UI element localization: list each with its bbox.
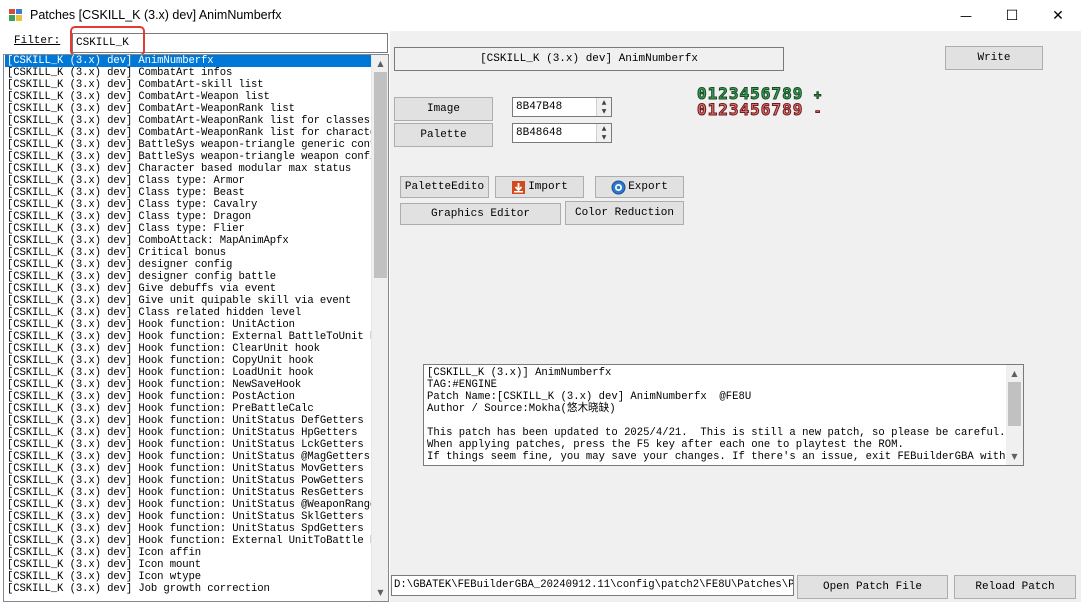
export-label: Export — [628, 181, 668, 193]
export-icon — [611, 180, 626, 194]
write-button[interactable]: Write — [945, 46, 1043, 70]
image-button[interactable]: Image — [394, 97, 493, 121]
color-reduction-button[interactable]: Color Reduction — [565, 201, 684, 225]
patch-list-items: [CSKILL_K (3.x) dev] AnimNumberfx [CSKILL… — [5, 55, 371, 595]
list-item[interactable]: [CSKILL_K (3.x) dev] designer config — [5, 259, 371, 271]
window-title: Patches [CSKILL_K (3.x) dev] AnimNumberf… — [30, 8, 282, 22]
list-item[interactable]: [CSKILL_K (3.x) dev] Hook function: Unit… — [5, 319, 371, 331]
list-item[interactable]: [CSKILL_K (3.x) dev] BattleSys weapon-tr… — [5, 151, 371, 163]
list-item[interactable]: [CSKILL_K (3.x) dev] Hook function: Unit… — [5, 427, 371, 439]
red-digits: 0123456789 — [696, 100, 804, 119]
list-item[interactable]: [CSKILL_K (3.x) dev] Class type: Flier — [5, 223, 371, 235]
import-label: Import — [528, 181, 568, 193]
description-scroll-thumb[interactable] — [1008, 382, 1021, 426]
list-item[interactable]: [CSKILL_K (3.x) dev] Critical bonus — [5, 247, 371, 259]
list-item[interactable]: [CSKILL_K (3.x) dev] Job growth correcti… — [5, 583, 371, 595]
list-item[interactable]: [CSKILL_K (3.x) dev] CombatArt-WeaponRan… — [5, 103, 371, 115]
list-item[interactable]: [CSKILL_K (3.x) dev] Hook function: Post… — [5, 391, 371, 403]
spin-up-icon[interactable]: ▲ — [597, 124, 611, 133]
reload-patch-button[interactable]: Reload Patch — [954, 575, 1076, 599]
patch-path-field[interactable]: D:\GBATEK\FEBuilderGBA_20240912.11\confi… — [391, 575, 794, 596]
spin-down-icon[interactable]: ▼ — [597, 107, 611, 116]
palette-editor-button[interactable]: PaletteEdito — [400, 176, 489, 198]
list-item[interactable]: [CSKILL_K (3.x) dev] Icon wtype — [5, 571, 371, 583]
import-button[interactable]: Import — [495, 176, 584, 198]
list-item[interactable]: [CSKILL_K (3.x) dev] Hook function: Unit… — [5, 451, 371, 463]
list-item[interactable]: [CSKILL_K (3.x) dev] Hook function: Unit… — [5, 439, 371, 451]
list-item[interactable]: [CSKILL_K (3.x) dev] CombatArt-skill lis… — [5, 79, 371, 91]
list-item[interactable]: [CSKILL_K (3.x) dev] designer config bat… — [5, 271, 371, 283]
palette-address-value: 8B48648 — [516, 127, 563, 139]
import-icon — [512, 180, 526, 194]
list-item[interactable]: [CSKILL_K (3.x) dev] CombatArt-Weapon li… — [5, 91, 371, 103]
list-item[interactable]: [CSKILL_K (3.x) dev] Hook function: Unit… — [5, 487, 371, 499]
list-item[interactable]: [CSKILL_K (3.x) dev] CombatArt infos — [5, 67, 371, 79]
app-icon — [9, 9, 22, 21]
list-item[interactable]: [CSKILL_K (3.x) dev] Hook function: Unit… — [5, 511, 371, 523]
list-item[interactable]: [CSKILL_K (3.x) dev] Class type: Armor — [5, 175, 371, 187]
list-item[interactable]: [CSKILL_K (3.x) dev] Hook function: Exte… — [5, 331, 371, 343]
patch-list-scroll-thumb[interactable] — [374, 72, 387, 278]
list-item[interactable]: [CSKILL_K (3.x) dev] Hook function: Unit… — [5, 523, 371, 535]
graphics-editor-button[interactable]: Graphics Editor — [400, 203, 561, 225]
list-item[interactable]: [CSKILL_K (3.x) dev] Class related hidde… — [5, 307, 371, 319]
green-sign: + — [813, 88, 823, 103]
list-item[interactable]: [CSKILL_K (3.x) dev] Hook function: Copy… — [5, 355, 371, 367]
list-item[interactable]: [CSKILL_K (3.x) dev] Hook function: Unit… — [5, 463, 371, 475]
list-item[interactable]: [CSKILL_K (3.x) dev] Icon mount — [5, 559, 371, 571]
list-item[interactable]: [CSKILL_K (3.x) dev] Hook function: Exte… — [5, 535, 371, 547]
minimize-button[interactable]: — — [943, 0, 989, 31]
list-item[interactable]: [CSKILL_K (3.x) dev] Character based mod… — [5, 163, 371, 175]
patch-description[interactable]: [CSKILL_K (3.x)] AnimNumberfx TAG:#ENGIN… — [423, 364, 1024, 466]
patch-description-text: [CSKILL_K (3.x)] AnimNumberfx TAG:#ENGIN… — [427, 367, 1007, 463]
maximize-button[interactable]: ☐ — [989, 0, 1035, 31]
patch-list[interactable]: [CSKILL_K (3.x) dev] AnimNumberfx [CSKILL… — [3, 54, 389, 602]
open-patch-file-button[interactable]: Open Patch File — [797, 575, 948, 599]
red-digits-preview: 0123456789 - — [696, 100, 823, 119]
description-scrollbar[interactable]: ▲ ▼ — [1006, 365, 1023, 465]
list-item[interactable]: [CSKILL_K (3.x) dev] Class type: Beast — [5, 187, 371, 199]
scroll-up-icon[interactable]: ▲ — [372, 55, 388, 72]
title-bar: Patches [CSKILL_K (3.x) dev] AnimNumberf… — [0, 0, 1081, 31]
list-item[interactable]: [CSKILL_K (3.x) dev] Give unit quipable … — [5, 295, 371, 307]
patch-list-scrollbar[interactable]: ▲ ▼ — [371, 55, 388, 601]
scroll-down-icon[interactable]: ▼ — [1006, 448, 1023, 465]
palette-address-field[interactable]: 8B48648 ▲ ▼ — [512, 123, 612, 143]
list-item[interactable]: [CSKILL_K (3.x) dev] Hook function: Unit… — [5, 415, 371, 427]
list-item[interactable]: [CSKILL_K (3.x) dev] AnimNumberfx — [5, 55, 371, 67]
list-item[interactable]: [CSKILL_K (3.x) dev] Hook function: Clea… — [5, 343, 371, 355]
spin-up-icon[interactable]: ▲ — [597, 98, 611, 107]
list-item[interactable]: [CSKILL_K (3.x) dev] CombatArt-WeaponRan… — [5, 127, 371, 139]
list-item[interactable]: [CSKILL_K (3.x) dev] Give debuffs via ev… — [5, 283, 371, 295]
list-item[interactable]: [CSKILL_K (3.x) dev] Icon affin — [5, 547, 371, 559]
scroll-up-icon[interactable]: ▲ — [1006, 365, 1023, 382]
list-item[interactable]: [CSKILL_K (3.x) dev] Hook function: Unit… — [5, 499, 371, 511]
patch-header: [CSKILL_K (3.x) dev] AnimNumberfx — [394, 47, 784, 71]
palette-address-stepper[interactable]: ▲ ▼ — [596, 124, 611, 142]
image-address-stepper[interactable]: ▲ ▼ — [596, 98, 611, 116]
filter-input[interactable]: CSKILL_K — [72, 33, 388, 53]
filter-label: Filter: — [14, 35, 61, 47]
list-item[interactable]: [CSKILL_K (3.x) dev] ComboAttack: MapAni… — [5, 235, 371, 247]
list-item[interactable]: [CSKILL_K (3.x) dev] Class type: Cavalry — [5, 199, 371, 211]
list-item[interactable]: [CSKILL_K (3.x) dev] Hook function: Load… — [5, 367, 371, 379]
export-button[interactable]: Export — [595, 176, 684, 198]
list-item[interactable]: [CSKILL_K (3.x) dev] Class type: Dragon — [5, 211, 371, 223]
list-item[interactable]: [CSKILL_K (3.x) dev] Hook function: PreB… — [5, 403, 371, 415]
list-item[interactable]: [CSKILL_K (3.x) dev] CombatArt-WeaponRan… — [5, 115, 371, 127]
image-address-value: 8B47B48 — [516, 101, 563, 113]
spin-down-icon[interactable]: ▼ — [597, 133, 611, 142]
red-sign: - — [813, 104, 823, 119]
list-item[interactable]: [CSKILL_K (3.x) dev] Hook function: Unit… — [5, 475, 371, 487]
palette-button[interactable]: Palette — [394, 123, 493, 147]
close-button[interactable]: ✕ — [1035, 0, 1081, 31]
list-item[interactable]: [CSKILL_K (3.x) dev] Hook function: NewS… — [5, 379, 371, 391]
scroll-down-icon[interactable]: ▼ — [372, 584, 388, 601]
list-item[interactable]: [CSKILL_K (3.x) dev] BattleSys weapon-tr… — [5, 139, 371, 151]
image-address-field[interactable]: 8B47B48 ▲ ▼ — [512, 97, 612, 117]
